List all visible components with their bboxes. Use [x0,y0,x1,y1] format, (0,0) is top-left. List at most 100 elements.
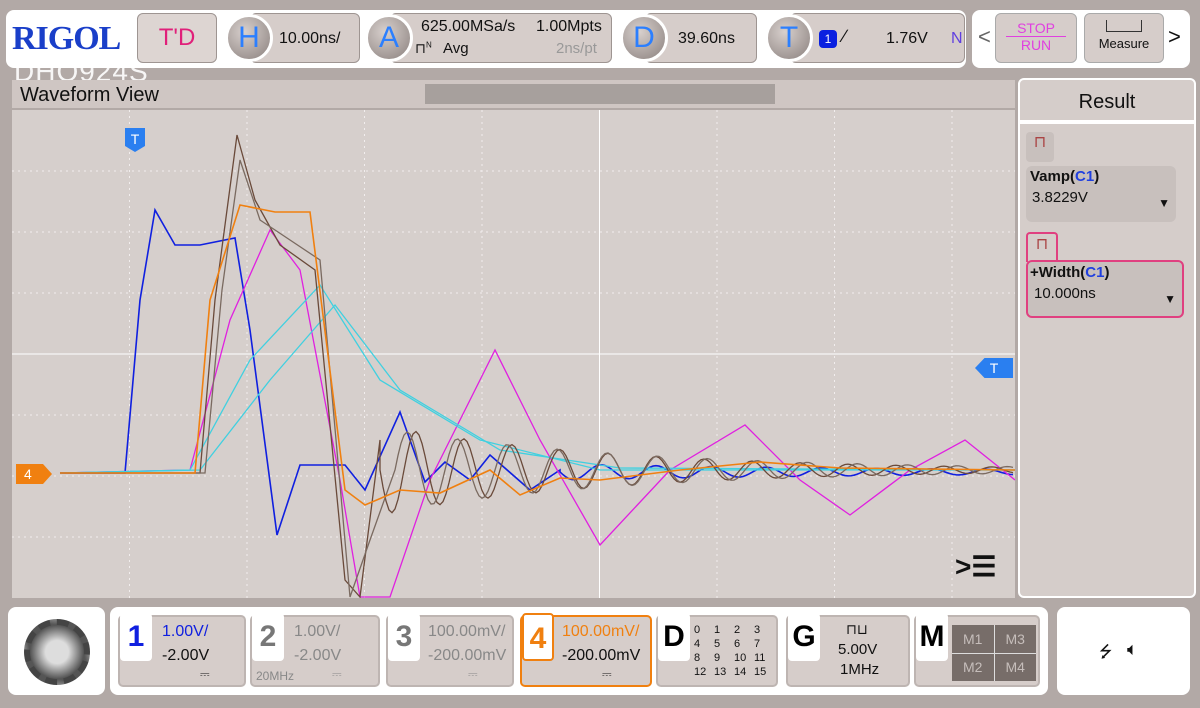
result-title: Result [1020,80,1194,124]
acquire-panel[interactable]: 625.00MSa/s 1.00Mpts ⊓N Avg 2ns/pt [390,13,612,63]
home-button[interactable] [8,607,105,695]
time-per-point: 2ns/pt [556,40,597,57]
measure-value: 10.000ns [1034,285,1096,302]
memory-depth: 1.00Mpts [536,18,602,35]
channel-4[interactable]: 4 100.00mV/ -200.00mV ⎓ [520,613,652,687]
digital-bit: 11 [754,652,766,664]
channel-offset: -2.00V [162,647,210,664]
digital-bit: 8 [694,652,701,664]
channel-number: 3 [388,613,420,661]
digital-bit: 10 [734,652,747,664]
channel-3[interactable]: 3 100.00mV/ -200.00mV ⎓ [386,613,514,687]
digital-bit: 1 [714,624,721,636]
digital-bit: 3 [754,624,761,636]
measure-label: Measure [1098,36,1150,51]
channel-number: 2 [252,613,284,661]
next-arrow-icon[interactable]: > [1168,24,1181,50]
pulse-icon: ⊓ [1026,132,1054,162]
horizontal-button[interactable]: H [225,14,273,62]
digital-bit: 14 [734,666,747,678]
channel-offset: -2.00V [294,647,342,664]
mode-button[interactable]: T'D [137,13,217,63]
ruler-icon [1106,20,1142,32]
trigger-button[interactable]: T [765,14,813,62]
pulse-width-icon: ⊓ [1026,232,1058,262]
channel-scale: 1.00V/ [294,623,341,640]
acquire-button[interactable]: A [365,14,413,62]
speaker-icon[interactable]: 🔈︎ [1127,639,1138,660]
brown-waveform-a [60,134,1014,599]
dropdown-icon[interactable]: ▼ [1164,292,1176,306]
rising-edge-icon: ∕ [843,26,847,46]
delay-button[interactable]: D [620,14,668,62]
measure-name: Vamp( [1030,168,1076,185]
usb-icon: ⭍ [1099,644,1113,661]
measure-name: +Width( [1030,264,1086,281]
measure-item-vamp[interactable]: Vamp(C1) 3.8229V ▼ [1026,166,1176,222]
digital-bit: 5 [714,638,721,650]
channel-number: 1 [120,613,152,661]
channel-offset: -200.00mV [428,647,507,664]
trigger-sweep: N [951,30,963,47]
measure-value: 3.8229V [1032,189,1088,206]
math[interactable]: M M1 M3 M2 M4 [914,613,1040,687]
channel-bar: 1 1.00V/ -2.00V ⎓ 2 1.00V/ -2.00V 20MHz ⎓ 3 100.… [110,607,1048,695]
magenta-waveform [59,228,1016,598]
measure-button[interactable]: Measure [1084,13,1164,63]
stop-run-button[interactable]: STOP RUN [995,13,1077,63]
channel-1[interactable]: 1 1.00V/ -2.00V ⎓ [118,613,246,687]
digital-bit: 9 [714,652,721,664]
dc-coupling-icon: ⎓ [200,667,210,681]
waveform-canvas [12,110,1016,599]
digital-bit: 7 [754,638,761,650]
delay-value: 39.60ns [678,30,735,47]
measure-paren: ) [1094,168,1100,185]
digital-bit: 0 [694,624,701,636]
avg-count: N [425,40,432,50]
result-panel: Result ⊓ Vamp(C1) 3.8229V ▼ ⊓ +Width(C1)… [1018,78,1196,598]
menu-expand-icon[interactable]: >☰ [955,550,996,583]
prev-arrow-icon[interactable]: < [978,24,991,50]
math-slot[interactable]: M1 [952,625,994,653]
channel-scale: 100.00mV/ [562,623,640,640]
digital-bit: 12 [694,666,707,678]
measure-source: C1 [1085,264,1105,281]
trigger-panel[interactable]: 1 ∕ 1.76V N [790,13,965,63]
trigger-level: 1.76V [886,30,928,47]
waveform-display[interactable] [12,110,1016,599]
channel-scale: 100.00mV/ [428,623,506,640]
digital-bit: 4 [694,638,701,650]
dc-coupling-icon: ⎓ [332,667,342,681]
digital-bit: 6 [734,638,741,650]
digital-bit: 2 [734,624,741,636]
square-wave-icon: ⊓⊔ [846,621,868,637]
math-key: M [916,613,948,661]
digital-bit: 15 [754,666,767,678]
ch4-waveform [60,204,1016,506]
bandwidth-limit: 20MHz [256,669,295,683]
cyan-waveform-b [59,303,1016,474]
brand-logo: RIGOL [12,20,121,57]
generator[interactable]: G ⊓⊔ 5.00V 1MHz [786,613,910,687]
dropdown-icon[interactable]: ▼ [1158,196,1170,210]
measure-item-width[interactable]: +Width(C1) 10.000ns ▼ [1026,260,1184,318]
waveform-view-title: Waveform View [20,84,159,106]
digital-bit: 13 [714,666,727,678]
avg-icon: ⊓N [415,40,432,56]
sample-rate: 625.00MSa/s [421,18,516,35]
channel-2[interactable]: 2 1.00V/ -2.00V 20MHz ⎓ [250,613,380,687]
dc-coupling-icon: ⎓ [602,667,612,681]
stop-label: STOP [1006,20,1066,37]
measure-source: C1 [1075,168,1095,185]
math-slot[interactable]: M4 [994,653,1036,681]
timebase-value: 10.00ns/ [279,30,341,47]
generator-key: G [788,613,820,661]
digital-channels[interactable]: D 0 1 2 3 4 5 6 7 8 9 10 11 12 13 14 15 [656,613,778,687]
run-label: RUN [1020,37,1052,53]
status-panel: ⭍ 🔈︎ [1057,607,1190,695]
math-slot[interactable]: M2 [952,653,994,681]
channel-scale: 1.00V/ [162,623,209,640]
acquire-mode: Avg [443,40,469,57]
math-slot[interactable]: M3 [994,625,1036,653]
waveform-overview[interactable] [425,84,775,104]
